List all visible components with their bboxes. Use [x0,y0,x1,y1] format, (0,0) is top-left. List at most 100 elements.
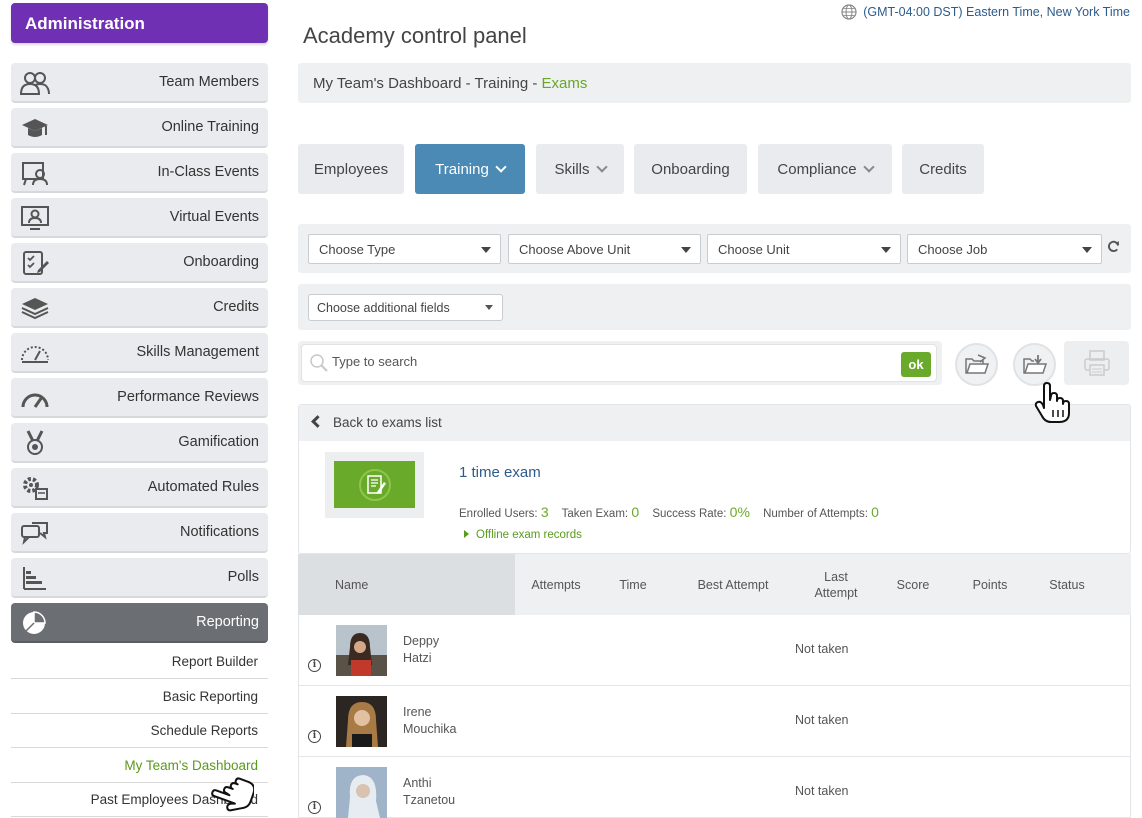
choose-type-select[interactable]: Choose Type [308,234,501,264]
sidebar-item-skills-management[interactable]: Skills Management [11,333,268,373]
sidebar-item-credits[interactable]: Credits [11,288,268,328]
sidebar-item-gamification[interactable]: Gamification [11,423,268,463]
sidebar-item-automated-rules[interactable]: Automated Rules [11,468,268,508]
column-header-status[interactable]: Status [1040,554,1094,615]
tab-compliance[interactable]: Compliance [758,144,892,194]
avatar [336,767,387,818]
choose-job-select[interactable]: Choose Job [907,234,1102,264]
exam-document-icon [358,468,391,501]
speedometer-icon [21,393,49,408]
tab-label: Compliance [777,160,857,178]
gear-rules-icon [23,477,48,500]
column-header-score[interactable]: Score [888,554,938,615]
sidebar-item-label: Polls [227,569,259,585]
exam-name[interactable]: 1 time exam [459,464,541,481]
graduation-cap-icon [22,119,48,137]
tab-skills[interactable]: Skills [536,144,624,194]
last-name: Tzanetou [403,793,456,807]
sidebar-item-label: Performance Reviews [117,389,259,405]
sidebar-item-notifications[interactable]: Notifications [11,513,268,553]
first-name: Deppy [403,634,440,648]
info-icon[interactable]: i [308,801,321,814]
search-box: ok [301,344,937,382]
refresh-icon[interactable] [1107,240,1120,253]
avatar [336,696,387,747]
user-name: Anthi Tzanetou [403,775,455,809]
back-to-exams-link[interactable]: Back to exams list [299,405,1130,441]
sidebar-subitem-schedule-reports[interactable]: Schedule Reports [11,714,268,748]
tab-onboarding[interactable]: Onboarding [634,144,747,194]
open-folder-button[interactable] [955,343,998,386]
chevron-down-icon [495,161,507,173]
info-icon[interactable]: i [308,730,321,743]
sidebar-item-in-class-events[interactable]: In-Class Events [11,153,268,193]
hand-cursor-icon [1034,382,1070,423]
timezone-text: (GMT-04:00 DST) Eastern Time, New York T… [863,5,1130,19]
chevron-left-icon [311,415,324,428]
sidebar-item-online-training[interactable]: Online Training [11,108,268,148]
header-line: Last [824,569,848,584]
in-class-events-icon [22,162,48,186]
search-input[interactable] [332,354,892,369]
table-row[interactable]: i Deppy Hatzi Not taken [298,615,1131,686]
chat-bubbles-icon [21,522,48,546]
column-header-points[interactable]: Points [963,554,1017,615]
column-header-last-attempt[interactable]: Last Attempt [801,554,871,615]
table-header: Name Attempts Time Best Attempt Last Atte… [298,554,1131,615]
success-value: 0% [729,504,750,520]
tab-label: Onboarding [651,160,730,178]
sidebar-item-team-members[interactable]: Team Members [11,63,268,103]
column-header-time[interactable]: Time [606,554,660,615]
medal-icon [26,430,44,455]
choose-above-unit-select[interactable]: Choose Above Unit [508,234,701,264]
additional-fields-bar: Choose additional fields [298,284,1131,330]
sidebar-subitem-report-builder[interactable]: Report Builder [11,645,268,679]
tab-training[interactable]: Training [415,144,525,194]
hand-cursor-icon [211,777,254,812]
select-value: Choose Unit [718,242,790,257]
breadcrumb: My Team's Dashboard - Training - Exams [298,63,1131,103]
first-name: Anthi [403,776,432,790]
back-label: Back to exams list [333,415,442,430]
admin-header: Administration [11,3,268,43]
tab-label: Skills [554,160,590,178]
column-header-best-attempt[interactable]: Best Attempt [683,554,783,615]
column-header-name[interactable]: Name [298,554,515,615]
sidebar-item-performance-reviews[interactable]: Performance Reviews [11,378,268,418]
timezone-link[interactable]: (GMT-04:00 DST) Eastern Time, New York T… [841,4,1130,20]
table-row[interactable]: i Irene Mouchika Not taken [298,686,1131,757]
sidebar-item-label: Notifications [180,524,259,540]
status-text: Not taken [795,713,849,727]
page-title: Academy control panel [303,23,527,48]
breadcrumb-path: My Team's Dashboard - Training - [313,75,542,92]
status-text: Not taken [795,642,849,656]
offline-label: Offline exam records [476,529,582,541]
column-header-attempts[interactable]: Attempts [520,554,592,615]
sidebar-item-virtual-events[interactable]: Virtual Events [11,198,268,238]
tab-credits[interactable]: Credits [902,144,984,194]
export-folder-button[interactable] [1013,343,1056,386]
tab-employees[interactable]: Employees [298,144,404,194]
sidebar-item-reporting[interactable]: Reporting [11,603,268,643]
additional-fields-select[interactable]: Choose additional fields [308,294,503,321]
exam-panel: Back to exams list 1 time exam Enrolled … [298,404,1131,554]
success-label: Success Rate: [652,508,727,520]
sidebar-subitem-basic-reporting[interactable]: Basic Reporting [11,680,268,714]
select-value: Choose Type [319,242,396,257]
offline-exam-records-link[interactable]: Offline exam records [464,529,582,541]
sidebar-item-label: Online Training [161,119,259,135]
triangle-right-icon [464,530,469,538]
sidebar-item-polls[interactable]: Polls [11,558,268,598]
gauge-icon [21,346,49,363]
sidebar-item-onboarding[interactable]: Onboarding [11,243,268,283]
select-value: Choose Above Unit [519,242,631,257]
choose-unit-select[interactable]: Choose Unit [707,234,901,264]
taken-value: 0 [631,504,640,520]
table-row[interactable]: i Anthi Tzanetou Not taken [298,757,1131,818]
info-icon[interactable]: i [308,659,321,672]
print-button[interactable] [1064,341,1129,385]
sidebar-item-label: Gamification [178,434,259,450]
search-ok-button[interactable]: ok [901,352,931,377]
search-icon [310,354,328,372]
breadcrumb-current: Exams [541,75,588,92]
